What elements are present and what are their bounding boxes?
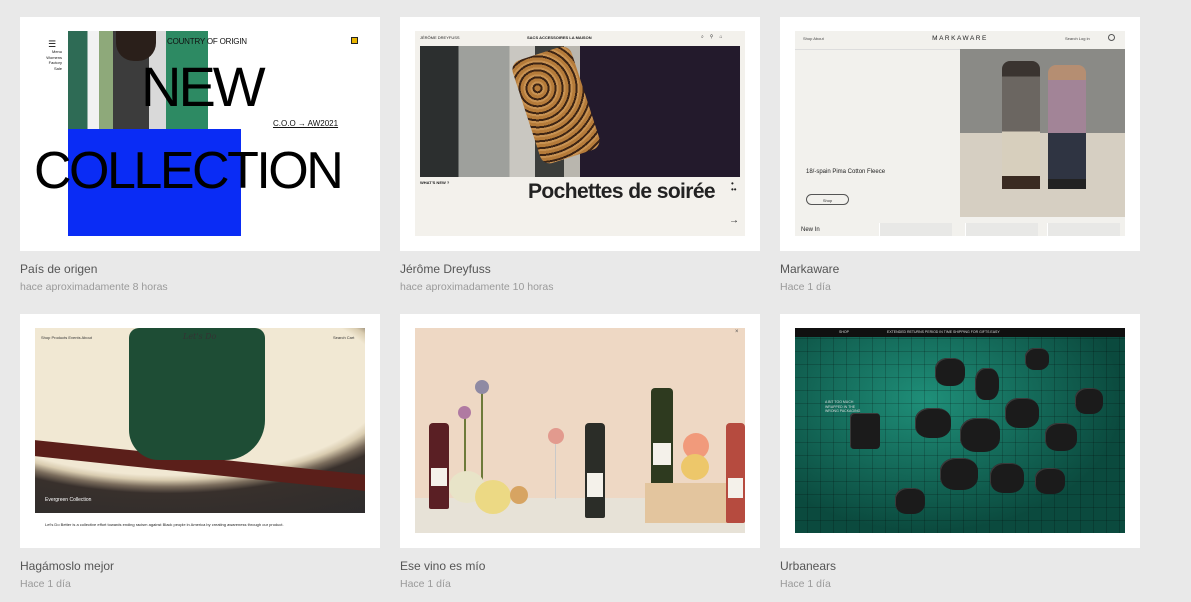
preview-brand: COUNTRY OF ORIGIN [167, 37, 247, 46]
wine-bottle [585, 423, 605, 518]
card-timestamp: Hace 1 día [780, 578, 831, 590]
site-preview: Shop About MARKAWARE Search Log in 18/-s… [795, 31, 1125, 236]
preview-photo [960, 49, 1125, 217]
earbud-part [960, 418, 1000, 452]
card-timestamp: Hace 1 día [400, 578, 451, 590]
peach [548, 428, 564, 444]
preview-nav-icons: ⌕⚲⌂ [701, 34, 729, 40]
wine-bottle [429, 423, 449, 509]
earbud-part [1045, 423, 1077, 451]
bottle-label [653, 443, 671, 465]
preview-menu: SHOP [839, 330, 849, 334]
divider [795, 49, 960, 50]
preview-button: Shop [806, 194, 849, 205]
earbud-part [1025, 348, 1049, 370]
bottle-label [587, 473, 603, 497]
preview-nav-right: Search Cart [333, 335, 355, 340]
dots-icon: • •• [731, 179, 737, 194]
cart-icon [1108, 34, 1115, 41]
arrow-right-icon: → [729, 215, 739, 226]
bottle-label [728, 478, 743, 498]
card-timestamp: hace aproximadamente 8 horas [20, 281, 168, 293]
preview-logo: Let's Do [183, 332, 217, 341]
project-card-urbanears[interactable]: SHOP EXTENDED RETURNS PERIOD IN TIME SHI… [780, 314, 1140, 548]
wine-bottle [726, 423, 745, 523]
preview-season: C.O.O → AW2021 [273, 119, 339, 128]
site-preview: SHOP EXTENDED RETURNS PERIOD IN TIME SHI… [795, 328, 1125, 533]
earbud-part [990, 463, 1024, 493]
preview-headline-1: NEW [141, 55, 266, 118]
preview-headline: Pochettes de soirée [528, 180, 716, 203]
card-timestamp: Hace 1 día [20, 578, 71, 590]
fruit [510, 486, 528, 504]
earbud-part [975, 368, 999, 400]
wine-bottle [651, 388, 673, 485]
card-timestamp: hace aproximadamente 10 horas [400, 281, 554, 293]
card-title[interactable]: País de origen [20, 262, 97, 276]
model-figure [1002, 61, 1040, 189]
earbud-part [935, 358, 965, 386]
project-card-pais-de-origen[interactable]: ☰ Menu Womens Factory Sale COUNTRY OF OR… [20, 17, 380, 251]
wooden-box [645, 483, 729, 523]
card-title[interactable]: Hagámoslo mejor [20, 559, 114, 573]
preview-nav: SACS ACCESSOIRES LA MAISON [527, 35, 592, 40]
flower [475, 380, 489, 394]
project-card-markaware[interactable]: Shop About MARKAWARE Search Log in 18/-s… [780, 17, 1140, 251]
preview-brand: JÉRÔME DREYFUSS [420, 35, 460, 40]
preview-nav-left: Shop Products Events About [41, 335, 92, 340]
model-figure [1048, 65, 1086, 189]
card-title[interactable]: Jérôme Dreyfuss [400, 262, 491, 276]
shorts-image [129, 328, 265, 460]
fruit [681, 454, 709, 480]
preview-section: WHAT'S NEW ? [420, 180, 450, 185]
glass-stem [555, 444, 556, 499]
bag-icon [351, 37, 358, 44]
site-preview: Shop Products Events About Let's Do Sear… [35, 328, 365, 533]
preview-menu: Menu Womens Factory Sale [46, 49, 62, 71]
earbud-part [1035, 468, 1065, 494]
close-icon: × [735, 329, 739, 335]
earbud-case [850, 413, 880, 449]
site-preview: JÉRÔME DREYFUSS SACS ACCESSOIRES LA MAIS… [415, 31, 745, 236]
bottle-label [431, 468, 447, 486]
earbud-part [1005, 398, 1039, 428]
preview-footer-text: Let's Do Better is a collective effort t… [45, 522, 284, 527]
earbud-part [915, 408, 951, 438]
product-tile [1047, 223, 1120, 236]
card-title[interactable]: Markaware [780, 262, 839, 276]
project-card-jerome-dreyfuss[interactable]: JÉRÔME DREYFUSS SACS ACCESSOIRES LA MAIS… [400, 17, 760, 251]
product-tile [965, 223, 1038, 236]
preview-section: New In [801, 227, 820, 233]
site-preview: ☰ Menu Womens Factory Sale COUNTRY OF OR… [35, 31, 365, 236]
earbud-part [1075, 388, 1103, 414]
flower [458, 406, 471, 419]
project-card-ese-vino-es-mio[interactable]: × [400, 314, 760, 548]
card-title[interactable]: Ese vino es mío [400, 559, 485, 573]
lemon [475, 480, 511, 514]
card-timestamp: Hace 1 día [780, 281, 831, 293]
preview-product: 18/-spain Pima Cotton Fleece [806, 169, 886, 175]
site-preview: × [415, 328, 745, 533]
preview-headline-2: COLLECTION [35, 142, 344, 200]
preview-announcement: EXTENDED RETURNS PERIOD IN TIME SHIPPING… [887, 330, 1000, 334]
preview-nav-right: Search Log in [1065, 36, 1090, 41]
earbud-part [895, 488, 925, 514]
preview-side-text: A BIT TOO MUCH WRAPPED IN THE WRONG PACK… [825, 400, 861, 413]
project-card-hagamoslo-mejor[interactable]: Shop Products Events About Let's Do Sear… [20, 314, 380, 548]
preview-collection: Evergreen Collection [45, 497, 92, 503]
earbud-part [940, 458, 978, 490]
product-tile [879, 223, 952, 236]
card-title[interactable]: Urbanears [780, 559, 836, 573]
